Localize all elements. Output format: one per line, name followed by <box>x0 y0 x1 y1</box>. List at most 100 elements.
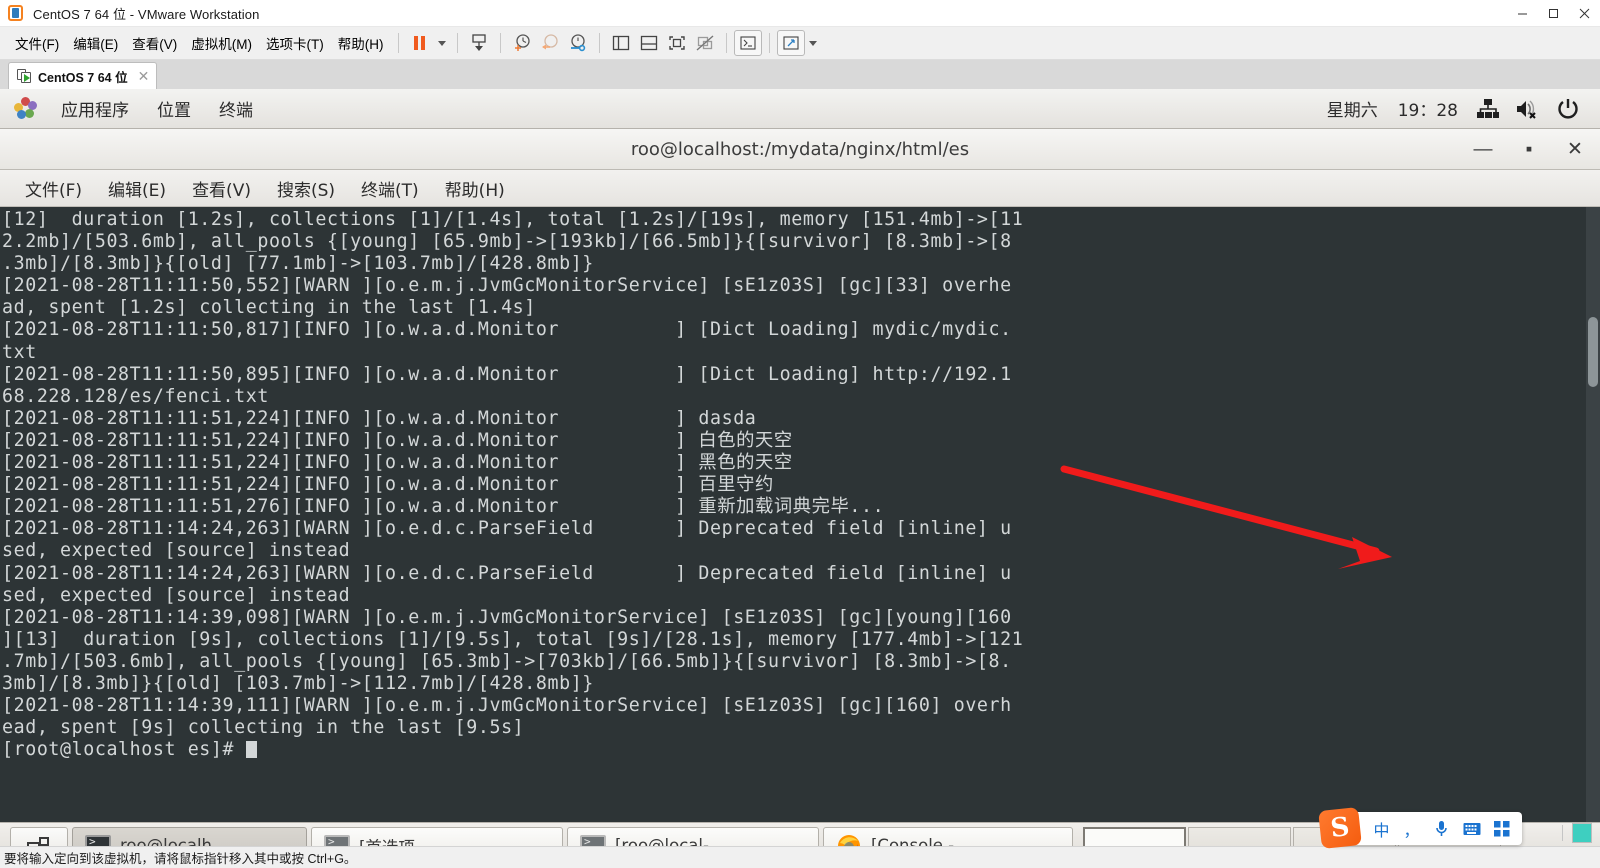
terminal-line: 3mb]/[8.3mb]}{[old] [103.7mb]->[112.7mb]… <box>2 672 594 694</box>
vm-tab-centos[interactable]: CentOS 7 64 位 ✕ <box>8 62 158 89</box>
terminal-line: [2021-08-28T11:11:50,895][INFO ][o.w.a.d… <box>2 363 1012 385</box>
fullscreen-icon[interactable] <box>663 30 691 56</box>
terminal-line: .7mb]/[503.6mb], all_pools {[young] [65.… <box>2 650 1012 672</box>
toolbar-divider-5 <box>725 33 727 53</box>
volume-muted-icon[interactable] <box>1508 95 1548 123</box>
tray-divider <box>1562 825 1563 841</box>
terminal-line: ][13] duration [9s], collections [1]/[9.… <box>2 628 1024 650</box>
terminal-line: 68.228.128/es/fenci.txt <box>2 385 269 407</box>
panel-clock[interactable]: 19：28 <box>1388 90 1468 127</box>
menu-terminal[interactable]: 终端 <box>205 90 267 127</box>
guest-screen: 应用程序 位置 终端 星期六 19：28 roo@localhost:/myda… <box>0 89 1600 868</box>
terminal-line: ad, spent [1.2s] collecting in the last … <box>2 297 536 319</box>
pause-dropdown-caret-icon[interactable] <box>437 40 446 46</box>
toolbar-divider-6 <box>768 33 770 53</box>
stretch-dropdown-caret-icon[interactable] <box>808 40 817 46</box>
close-button[interactable] <box>1569 0 1600 27</box>
vm-running-icon <box>17 69 32 83</box>
terminal-line: .3mb]/[8.3mb]}{[old] [77.1mb]->[103.7mb]… <box>2 253 594 275</box>
network-icon[interactable] <box>1468 95 1508 123</box>
terminal-minimize-button[interactable]: — <box>1472 139 1494 161</box>
pause-icon[interactable] <box>406 30 434 56</box>
terminal-line: [2021-08-28T11:11:51,276][INFO ][o.w.a.d… <box>2 496 885 518</box>
gnome-footprint-icon <box>14 96 40 121</box>
terminal-line: 2.2mb]/[503.6mb], all_pools {[young] [65… <box>2 231 1012 253</box>
terminal-menu-file[interactable]: 文件(F) <box>12 172 95 205</box>
terminal-menu-search[interactable]: 搜索(S) <box>264 172 348 205</box>
vm-tab-close-icon[interactable]: ✕ <box>138 68 150 85</box>
terminal-scrollbar-thumb[interactable] <box>1588 317 1598 387</box>
panel-day: 星期六 <box>1326 101 1378 121</box>
host-window-controls <box>1507 0 1600 27</box>
terminal-line: [2021-08-28T11:11:50,552][WARN ][o.e.m.j… <box>2 275 1012 297</box>
menu-view[interactable]: 查看(V) <box>125 29 184 57</box>
show-library-icon[interactable] <box>607 30 635 56</box>
menu-tabs[interactable]: 选项卡(T) <box>259 29 331 57</box>
terminal-cursor <box>245 741 257 759</box>
host-window-title: CentOS 7 64 位 - VMware Workstation <box>33 6 260 22</box>
vmware-logo-icon <box>7 4 25 22</box>
toolbar-divider <box>397 33 399 53</box>
menu-applications[interactable]: 应用程序 <box>47 90 143 127</box>
terminal-scrollbar[interactable] <box>1586 207 1600 822</box>
host-title-bar: CentOS 7 64 位 - VMware Workstation <box>0 0 1600 27</box>
snapshot-manager-icon[interactable] <box>465 30 493 56</box>
terminal-line: [12] duration [1.2s], collections [1]/[1… <box>2 209 1024 230</box>
terminal-window: roo@localhost:/mydata/nginx/html/es — ▪ … <box>0 129 1600 822</box>
terminal-title: roo@localhost:/mydata/nginx/html/es <box>630 138 970 160</box>
maximize-button[interactable] <box>1538 0 1569 27</box>
toolbar-divider-3 <box>499 33 501 53</box>
toolbar-divider-4 <box>598 33 600 53</box>
terminal-output[interactable]: [12] duration [1.2s], collections [1]/[1… <box>0 207 1586 822</box>
terminal-line: [2021-08-28T11:14:24,263][WARN ][o.e.d.c… <box>2 562 1012 584</box>
unity-mode-disabled-icon <box>691 30 719 56</box>
menu-edit[interactable]: 编辑(E) <box>66 29 125 57</box>
power-icon[interactable] <box>1548 95 1588 123</box>
console-terminal-icon[interactable] <box>733 30 762 56</box>
stretch-guest-icon[interactable] <box>776 30 805 56</box>
keyboard-icon[interactable] <box>1458 815 1485 842</box>
terminal-body[interactable]: [12] duration [1.2s], collections [1]/[1… <box>0 207 1600 822</box>
menu-file[interactable]: 文件(F) <box>8 29 66 57</box>
microphone-icon[interactable] <box>1428 815 1455 842</box>
menu-places[interactable]: 位置 <box>143 90 205 127</box>
menu-vm[interactable]: 虚拟机(M) <box>184 29 259 57</box>
gnome-top-panel: 应用程序 位置 终端 星期六 19：28 <box>0 89 1600 129</box>
terminal-line: ead, spent [9s] collecting in the last [… <box>2 717 525 739</box>
ime-mode-toggle[interactable]: 中 <box>1368 815 1395 842</box>
terminal-menu-terminal[interactable]: 终端(T) <box>348 172 432 205</box>
sogou-ime-toolbar[interactable]: S 中 ， <box>1318 807 1522 849</box>
terminal-line: sed, expected [source] instead <box>2 584 351 606</box>
terminal-prompt: [root@localhost es]# <box>2 739 1586 761</box>
vmware-workstation-window: CentOS 7 64 位 - VMware Workstation 文件(F)… <box>0 0 1600 868</box>
terminal-window-buttons: — ▪ ✕ <box>1472 129 1586 170</box>
show-console-view-icon[interactable] <box>635 30 663 56</box>
terminal-maximize-button[interactable]: ▪ <box>1518 139 1540 161</box>
terminal-line: [2021-08-28T11:14:24,263][WARN ][o.e.d.c… <box>2 518 1012 540</box>
terminal-menu-view[interactable]: 查看(V) <box>179 172 264 205</box>
toolbox-icon[interactable] <box>1488 815 1515 842</box>
terminal-line: [2021-08-28T11:11:50,817][INFO ][o.w.a.d… <box>2 319 1012 341</box>
terminal-menu-bar: 文件(F) 编辑(E) 查看(V) 搜索(S) 终端(T) 帮助(H) <box>0 170 1600 207</box>
host-status-bar: 要将输入定向到该虚拟机，请将鼠标指针移入其中或按 Ctrl+G。 <box>0 846 1600 868</box>
terminal-line: [2021-08-28T11:14:39,111][WARN ][o.e.m.j… <box>2 695 1012 717</box>
menu-help[interactable]: 帮助(H) <box>331 29 391 57</box>
ime-punctuation-toggle[interactable]: ， <box>1398 815 1425 842</box>
terminal-line: [2021-08-28T11:14:39,098][WARN ][o.e.m.j… <box>2 606 1012 628</box>
terminal-line: [2021-08-28T11:11:51,224][INFO ][o.w.a.d… <box>2 474 774 496</box>
terminal-menu-help[interactable]: 帮助(H) <box>432 172 518 205</box>
host-tray <box>1562 823 1592 843</box>
terminal-menu-edit[interactable]: 编辑(E) <box>95 172 179 205</box>
terminal-close-button[interactable]: ✕ <box>1564 138 1586 161</box>
host-status-text: 要将输入定向到该虚拟机，请将鼠标指针移入其中或按 Ctrl+G。 <box>4 852 357 866</box>
manage-snapshots-icon[interactable] <box>564 30 592 56</box>
vm-tab-label: CentOS 7 64 位 <box>38 70 128 85</box>
terminal-line: txt <box>2 341 37 363</box>
sogou-logo-icon[interactable]: S <box>1318 807 1362 849</box>
terminal-line: [2021-08-28T11:11:51,224][INFO ][o.w.a.d… <box>2 452 793 474</box>
tray-app-icon[interactable] <box>1572 823 1592 843</box>
minimize-button[interactable] <box>1507 0 1538 27</box>
revert-snapshot-icon <box>536 30 564 56</box>
take-snapshot-icon[interactable] <box>508 30 536 56</box>
terminal-line: sed, expected [source] instead <box>2 540 351 562</box>
